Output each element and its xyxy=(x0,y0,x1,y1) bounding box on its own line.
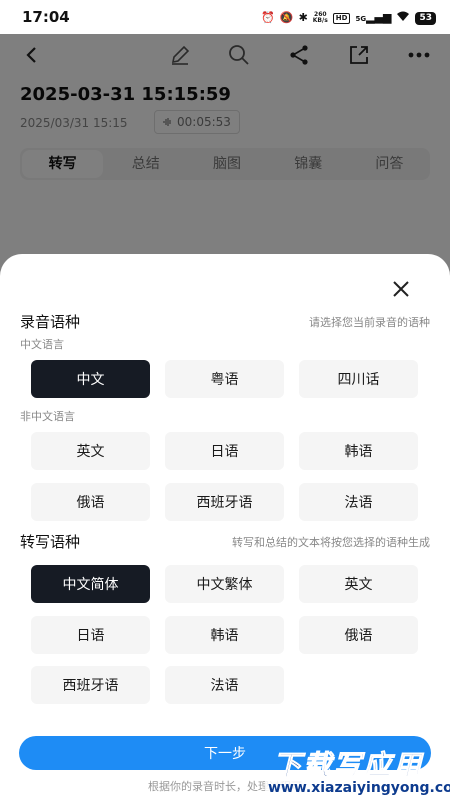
status-time: 17:04 xyxy=(22,8,70,26)
battery-icon: 53 xyxy=(415,11,436,25)
watermark-url: www.xiazaiyingyong.com xyxy=(265,780,450,796)
option-chinese[interactable]: 中文 xyxy=(31,360,150,398)
signal-icon: 5G▂▄▆ xyxy=(355,10,392,24)
option-english[interactable]: 英文 xyxy=(31,432,150,470)
language-select-sheet: 录音语种 请选择您当前录音的语种 中文语言 中文 粤语 四川话 非中文语言 英文… xyxy=(0,254,450,800)
bluetooth-icon: ✱ xyxy=(298,11,308,24)
watermark-title: 下载写应用 xyxy=(272,749,424,783)
recording-language-hint: 请选择您当前录音的语种 xyxy=(309,316,430,329)
option-russian[interactable]: 俄语 xyxy=(31,483,150,521)
net-speed: 260 KB/s xyxy=(313,12,328,24)
option-russian-output[interactable]: 俄语 xyxy=(299,616,418,654)
transcription-language-hint: 转写和总结的文本将按您选择的语种生成 xyxy=(232,536,430,549)
mute-icon: 🔕 xyxy=(279,11,294,24)
close-icon[interactable] xyxy=(388,276,414,302)
hd-badge: HD xyxy=(332,12,351,24)
option-spanish-output[interactable]: 西班牙语 xyxy=(31,666,150,704)
option-traditional-chinese[interactable]: 中文繁体 xyxy=(165,565,284,603)
option-japanese-output[interactable]: 日语 xyxy=(31,616,150,654)
status-icons: ⏰ 🔕 ✱ 260 KB/s HD 5G▂▄▆ 53 xyxy=(261,10,436,26)
option-korean-output[interactable]: 韩语 xyxy=(165,616,284,654)
option-simplified-chinese[interactable]: 中文简体 xyxy=(31,565,150,603)
option-french-output[interactable]: 法语 xyxy=(165,666,284,704)
recording-language-title: 录音语种 xyxy=(20,313,81,331)
net-speed-unit: KB/s xyxy=(312,17,328,24)
option-spanish[interactable]: 西班牙语 xyxy=(165,483,284,521)
other-group-label: 非中文语言 xyxy=(20,410,75,423)
option-korean[interactable]: 韩语 xyxy=(299,432,418,470)
option-sichuanese[interactable]: 四川话 xyxy=(299,360,418,398)
option-french[interactable]: 法语 xyxy=(299,483,418,521)
option-english-output[interactable]: 英文 xyxy=(299,565,418,603)
chinese-group-label: 中文语言 xyxy=(20,338,64,351)
signal-label: 5G xyxy=(355,14,367,23)
option-cantonese[interactable]: 粤语 xyxy=(165,360,284,398)
transcription-language-title: 转写语种 xyxy=(20,533,81,551)
option-japanese[interactable]: 日语 xyxy=(165,432,284,470)
alarm-icon: ⏰ xyxy=(261,11,275,24)
watermark-logo: 下载写应用 www.xiazaiyingyong.com xyxy=(263,740,450,800)
status-bar: 17:04 ⏰ 🔕 ✱ 260 KB/s HD 5G▂▄▆ 53 xyxy=(0,0,450,34)
wifi-icon xyxy=(396,10,410,26)
